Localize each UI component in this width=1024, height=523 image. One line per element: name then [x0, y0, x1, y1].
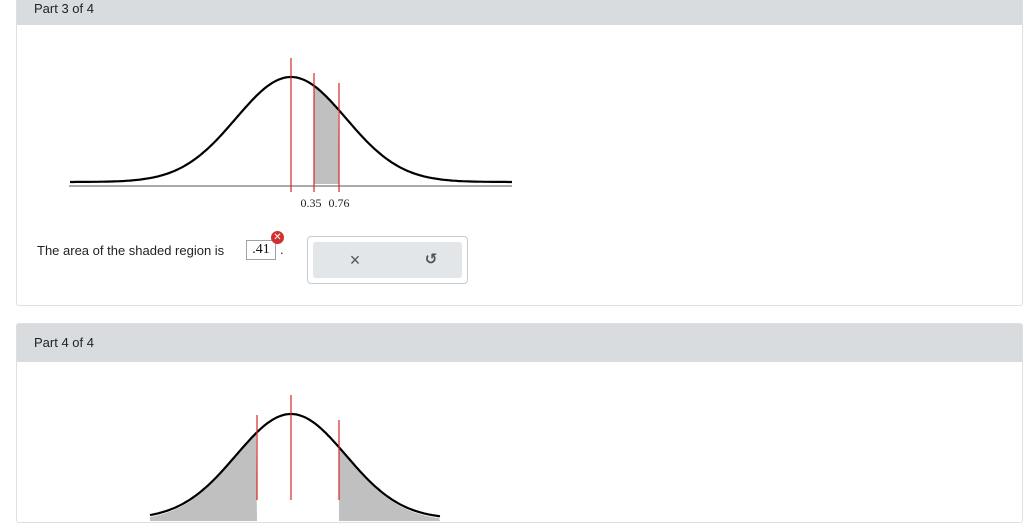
normal-curve-part4 — [149, 395, 441, 521]
